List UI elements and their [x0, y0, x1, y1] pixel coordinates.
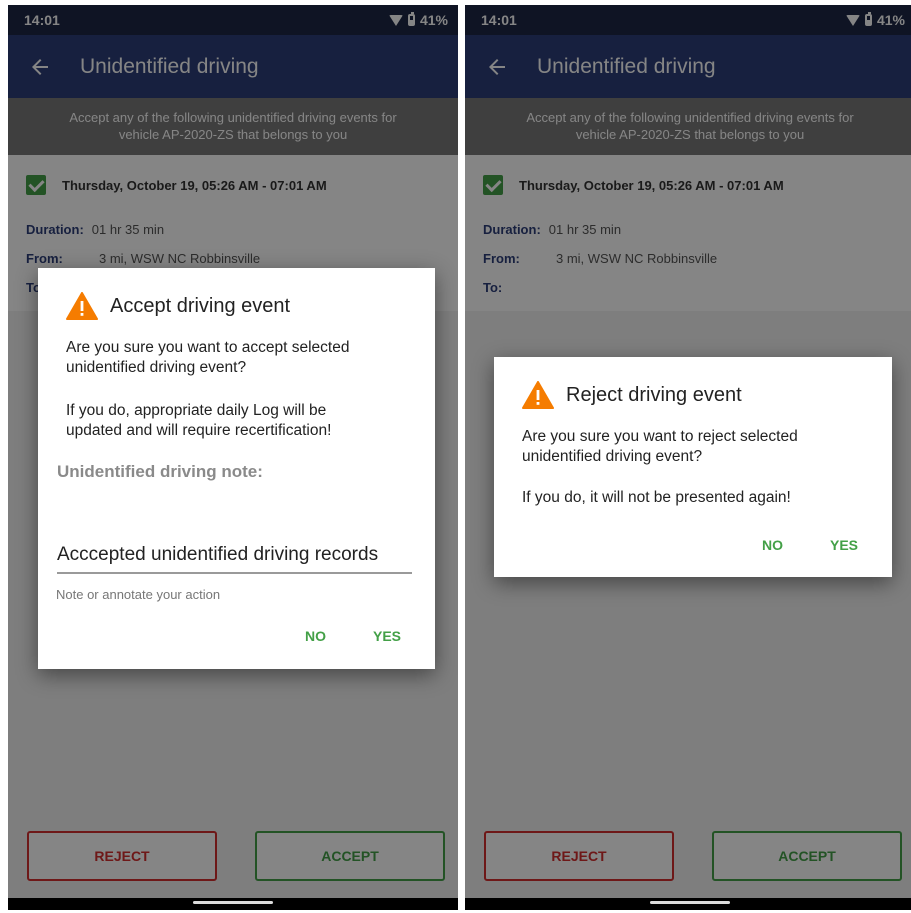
accept-dialog: Accept driving event Are you sure you wa…: [38, 268, 435, 669]
dialog-message: Are you sure you want to accept selected…: [66, 339, 350, 376]
navigation-bar: [465, 898, 911, 910]
note-helper-text: Note or annotate your action: [56, 587, 221, 602]
warning-icon: [66, 292, 98, 320]
phone-screen-reject: 14:01 41% Unidentified driving Accept an…: [465, 5, 911, 910]
note-input[interactable]: Acccepted unidentified driving records: [57, 544, 412, 574]
no-button[interactable]: NO: [762, 537, 783, 553]
yes-button[interactable]: YES: [373, 628, 401, 644]
dialog-title: Reject driving event: [566, 383, 742, 406]
note-label: Unidentified driving note:: [57, 462, 263, 481]
dialog-warning-message: If you do, it will not be presented agai…: [522, 489, 791, 506]
dialog-warning-message: If you do, appropriate daily Log will be…: [66, 402, 332, 439]
dialog-title: Accept driving event: [110, 294, 291, 317]
home-handle[interactable]: [193, 901, 273, 904]
phone-screen-accept: 14:01 41% Unidentified driving Accept an…: [8, 5, 458, 910]
dialog-message: Are you sure you want to reject selected…: [522, 428, 798, 465]
reject-dialog: Reject driving event Are you sure you wa…: [494, 357, 892, 577]
warning-icon: [522, 381, 554, 409]
yes-button[interactable]: YES: [830, 537, 858, 553]
navigation-bar: [8, 898, 458, 910]
home-handle[interactable]: [650, 901, 730, 904]
no-button[interactable]: NO: [305, 628, 326, 644]
